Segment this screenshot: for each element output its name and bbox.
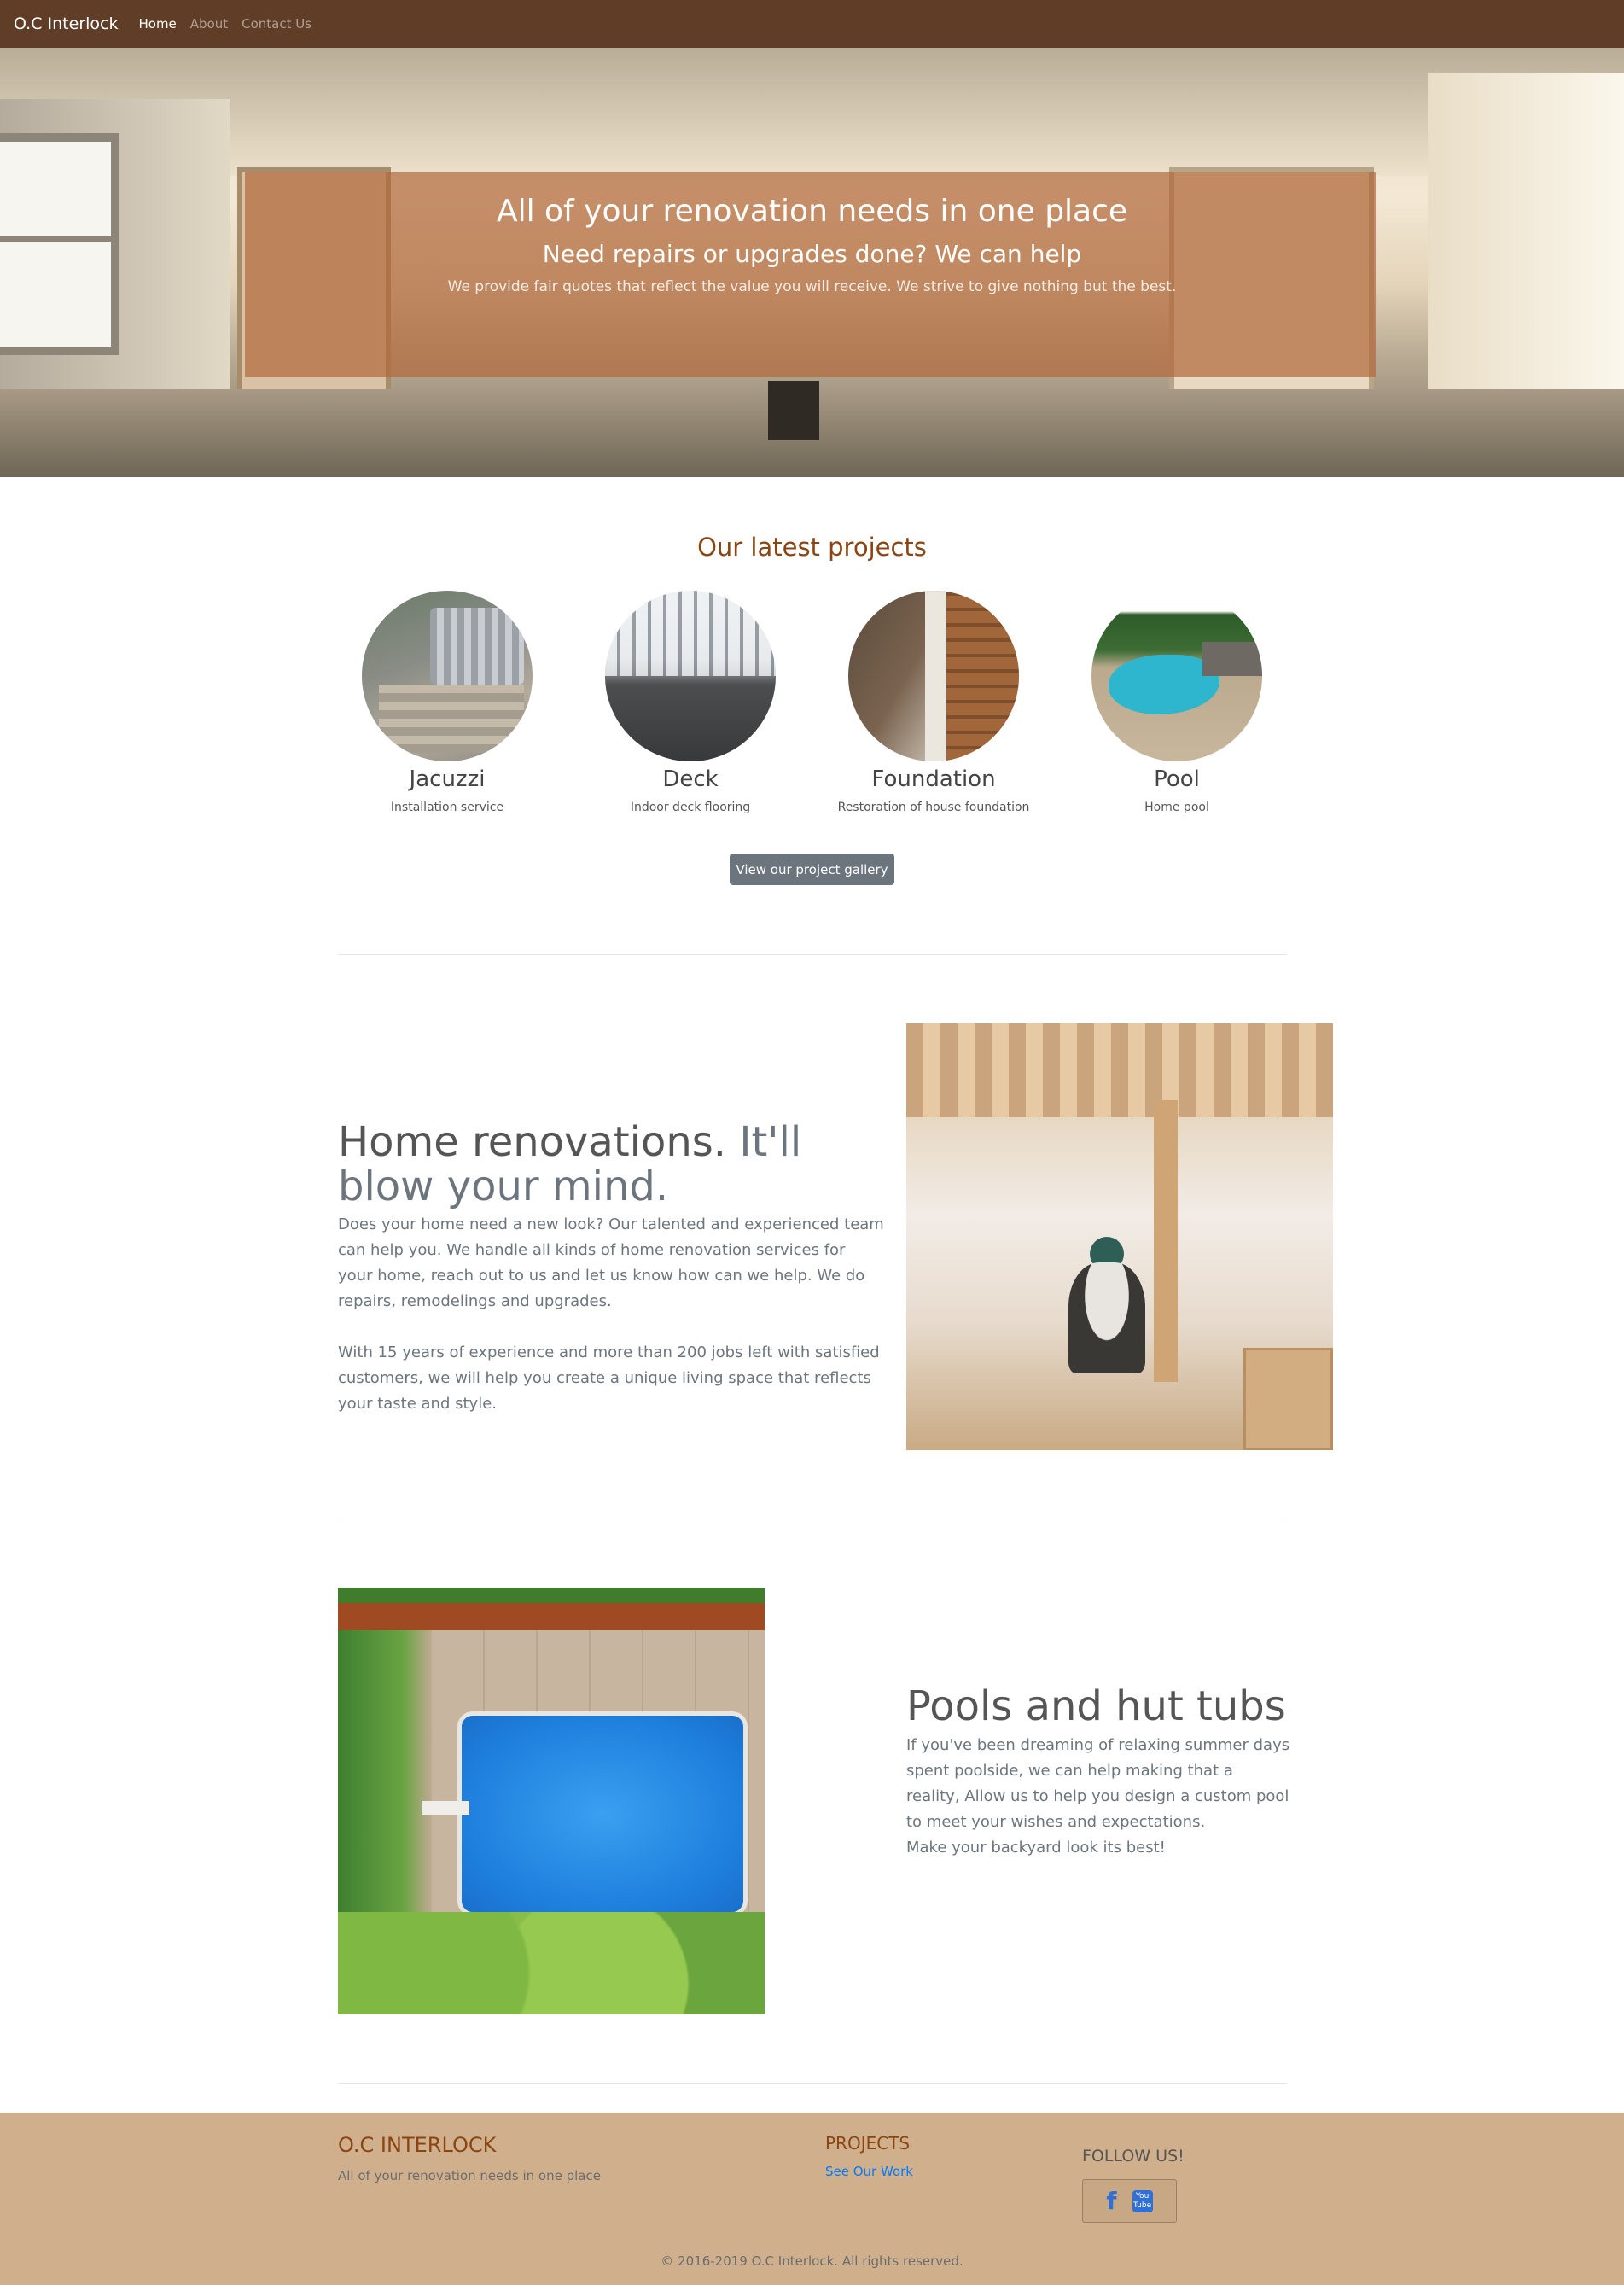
youtube-icon-text-top: You <box>1135 2191 1150 2200</box>
youtube-icon[interactable]: You Tube <box>1132 2189 1153 2212</box>
feature-paragraph: With 15 years of experience and more tha… <box>338 1344 880 1413</box>
footer-copyright: © 2016-2019 O.C Interlock. All rights re… <box>661 2253 963 2269</box>
feature-heading-main: Home renovations. <box>338 1118 727 1166</box>
section-divider <box>338 2083 1287 2084</box>
footer-tagline: All of your renovation needs in one plac… <box>338 2168 601 2183</box>
navbar-brand[interactable]: O.C Interlock <box>14 15 118 33</box>
cabinet <box>1243 1348 1333 1450</box>
hero-title: All of your renovation needs in one plac… <box>496 194 1128 229</box>
feature-line: Make your backyard look its best! <box>906 1839 1166 1857</box>
youtube-icon-text-bottom: Tube <box>1133 2200 1152 2210</box>
project-card-pool: Pool Home pool <box>1056 591 1298 814</box>
support-post <box>1154 1100 1178 1382</box>
view-gallery-button[interactable]: View our project gallery <box>730 854 894 885</box>
projects-title: Our latest projects <box>697 533 927 562</box>
project-card-deck: Deck Indoor deck flooring <box>569 591 812 814</box>
project-image-deck <box>605 591 776 761</box>
project-card-jacuzzi: Jacuzzi Installation service <box>326 591 568 814</box>
footer-follow-title: FOLLOW US! <box>1082 2147 1185 2166</box>
project-image-foundation <box>848 591 1019 761</box>
feature-text-pools: If you've been dreaming of relaxing summ… <box>906 1733 1290 1861</box>
footer-brand: O.C INTERLOCK <box>338 2133 497 2157</box>
project-image-jacuzzi <box>362 591 533 761</box>
project-name: Deck <box>662 767 719 792</box>
project-card-foundation: Foundation Restoration of house foundati… <box>812 591 1055 814</box>
pool-aerial-photo <box>338 1588 765 2014</box>
diving-board <box>422 1801 469 1815</box>
project-description: Installation service <box>390 801 504 814</box>
hero-floor-hole <box>768 381 819 440</box>
hero-ceiling <box>0 48 1624 176</box>
project-image-pool <box>1091 591 1262 761</box>
feature-text-renovations: Does your home need a new look? Our tale… <box>338 1212 884 1417</box>
section-divider <box>338 954 1287 955</box>
worker-figure <box>1068 1262 1145 1373</box>
hero-lead: We provide fair quotes that reflect the … <box>447 278 1177 295</box>
footer-projects-title: PROJECTS <box>825 2133 911 2154</box>
renovation-photo <box>906 1023 1333 1450</box>
project-description: Restoration of house foundation <box>837 801 1030 814</box>
feature-line: If you've been dreaming of relaxing summ… <box>906 1736 1290 1831</box>
ceiling-beams <box>906 1023 1333 1117</box>
tree-canopy <box>338 1912 765 2014</box>
nav-link-about[interactable]: About <box>190 16 228 32</box>
project-name: Pool <box>1154 767 1200 792</box>
footer-see-our-work-link[interactable]: See Our Work <box>825 2164 913 2179</box>
project-description: Home pool <box>1144 801 1209 814</box>
project-description: Indoor deck flooring <box>630 801 751 814</box>
facebook-icon[interactable]: f <box>1106 2189 1116 2213</box>
social-links: f You Tube <box>1082 2179 1177 2223</box>
top-navbar: O.C Interlock Home About Contact Us <box>0 0 1624 48</box>
nav-link-contact[interactable]: Contact Us <box>242 16 311 32</box>
feature-heading-renovations: Home renovations. It'll blow your mind. <box>338 1120 884 1209</box>
project-name: Foundation <box>871 767 996 792</box>
wooden-fence <box>338 1588 765 1630</box>
hero-text: All of your renovation needs in one plac… <box>0 191 1624 299</box>
feature-heading-pools: Pools and hut tubs <box>906 1682 1286 1730</box>
nav-link-home[interactable]: Home <box>138 16 176 32</box>
project-name: Jacuzzi <box>409 767 486 792</box>
hero-subtitle: Need repairs or upgrades done? We can he… <box>542 240 1082 268</box>
feature-paragraph: Does your home need a new look? Our tale… <box>338 1215 884 1310</box>
pool-water <box>457 1711 748 1916</box>
